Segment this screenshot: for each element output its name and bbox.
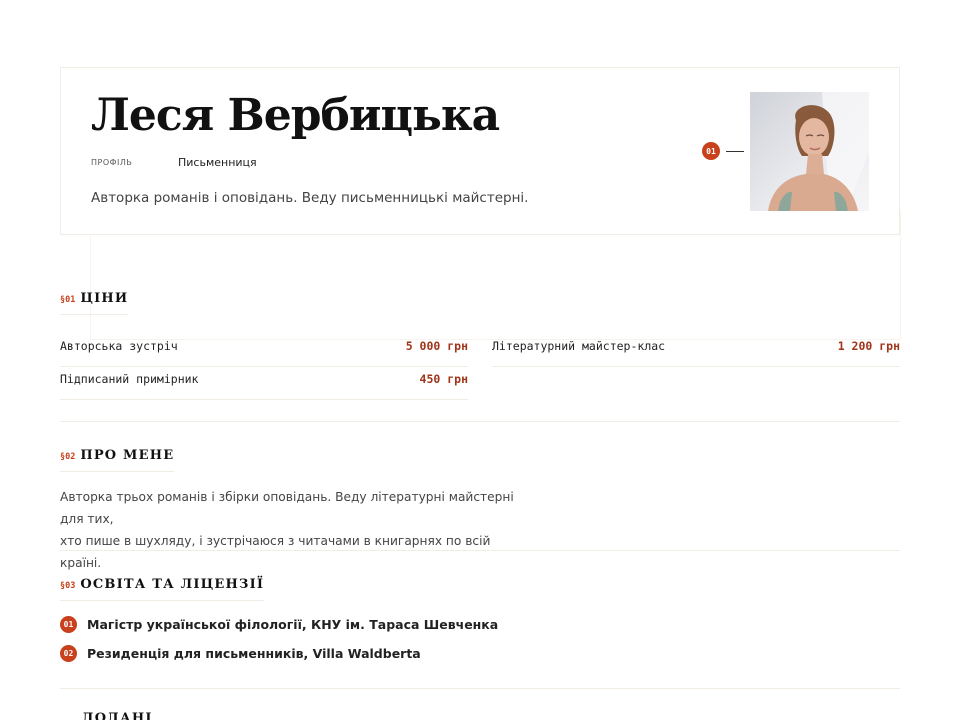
profile-header-card: Леся Вербицька ПРОФІЛЬ Письменниця Автор… <box>60 67 900 235</box>
section-number: §01 <box>60 295 76 305</box>
section-title-education: §03 ОСВІТА ТА ЛІЦЕНЗІЇ <box>60 577 265 601</box>
price-row: Літературний майстер-клас 1 200 грн <box>492 339 900 367</box>
about-text: Авторка трьох романів і збірки оповідань… <box>60 486 530 574</box>
section-number: §02 <box>60 452 76 462</box>
section-divider <box>60 421 900 422</box>
education-number-badge: 02 <box>60 645 77 662</box>
education-text: Резиденція для письменників, Villa Waldb… <box>87 646 421 661</box>
marker-line <box>726 150 744 152</box>
price-row: Авторська зустріч 5 000 грн <box>60 339 468 367</box>
section-title-next: ДОДАНІ <box>82 711 153 720</box>
price-name: Підписаний примірник <box>60 372 199 386</box>
section-title-about: §02 ПРО МЕНЕ <box>60 448 175 472</box>
price-name: Літературний майстер-клас <box>492 339 666 353</box>
about-line: хто пише в шухляду, і зустрічаюся з чита… <box>60 534 491 570</box>
section-title-prices: §01 ЦІНИ <box>60 291 129 315</box>
section-divider <box>60 550 900 551</box>
price-value: 450 грн <box>419 372 468 386</box>
section-heading: ДОДАНІ <box>82 711 153 720</box>
section-number: §03 <box>60 581 76 591</box>
price-value: 1 200 грн <box>837 339 900 353</box>
section-heading: ОСВІТА ТА ЛІЦЕНЗІЇ <box>80 577 265 592</box>
price-row: Підписаний примірник 450 грн <box>60 372 468 400</box>
avatar-portrait-icon <box>750 92 869 211</box>
section-divider <box>60 688 900 689</box>
photo-marker-badge: 01 <box>702 142 720 160</box>
education-item: 01 Магістр української філології, КНУ ім… <box>60 616 498 633</box>
profile-name: Леся Вербицька <box>91 90 500 141</box>
price-name: Авторська зустріч <box>60 339 178 353</box>
section-heading: ПРО МЕНЕ <box>80 448 175 463</box>
education-text: Магістр української філології, КНУ ім. Т… <box>87 617 499 632</box>
price-value: 5 000 грн <box>405 339 468 353</box>
education-item: 02 Резиденція для письменників, Villa Wa… <box>60 645 421 662</box>
profile-role: Письменниця <box>178 156 257 169</box>
about-line: Авторка трьох романів і збірки оповідань… <box>60 490 514 526</box>
education-number-badge: 01 <box>60 616 77 633</box>
profile-label: ПРОФІЛЬ <box>91 158 133 167</box>
photo-marker: 01 <box>702 142 744 160</box>
section-heading: ЦІНИ <box>80 291 129 306</box>
profile-tagline: Авторка романів і оповідань. Веду письме… <box>91 190 529 206</box>
avatar <box>750 92 869 211</box>
